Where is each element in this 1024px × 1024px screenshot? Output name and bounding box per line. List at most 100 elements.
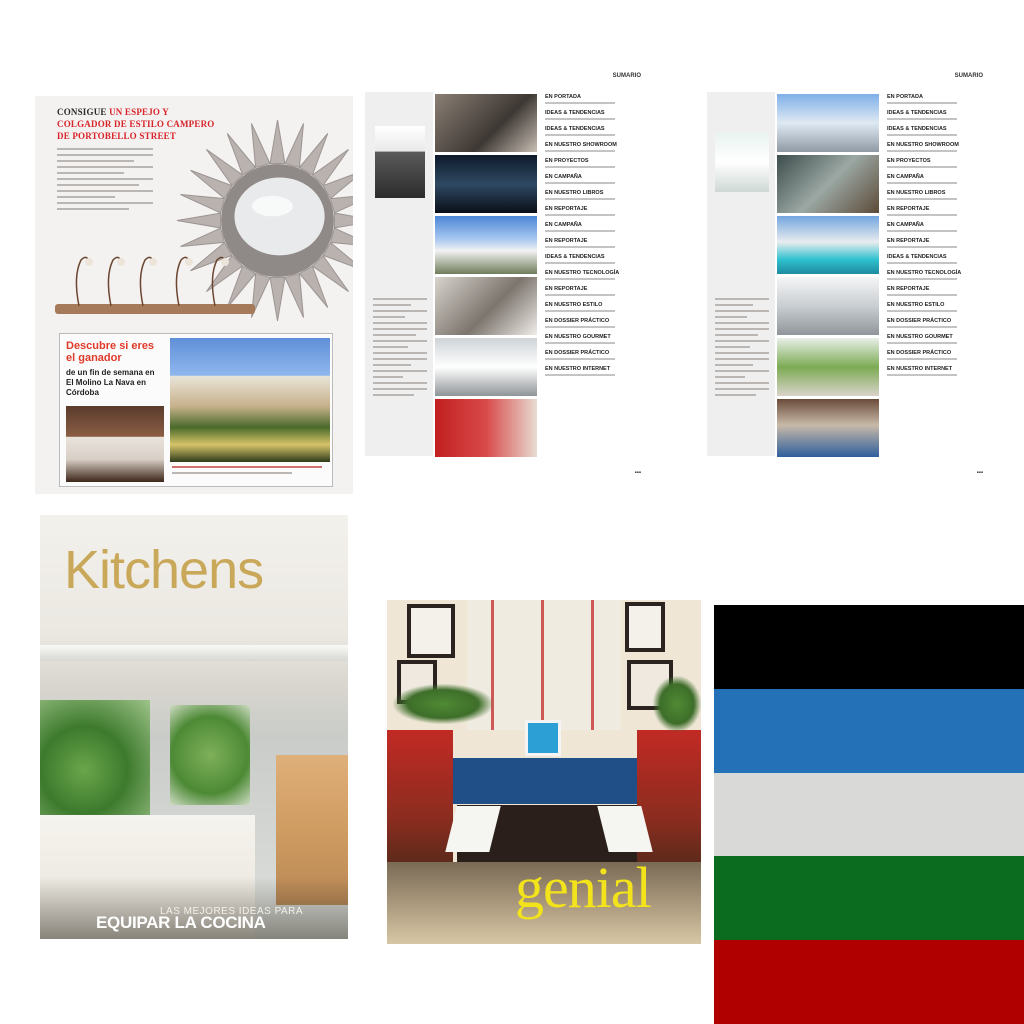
index-entry-description: [545, 134, 615, 136]
index-entry-title: EN PROYECTOS: [545, 158, 589, 164]
index-entry: EN DOSSIER PRÁCTICO: [887, 318, 987, 328]
page-number: ▪▪▪: [634, 470, 641, 476]
index-entry-title: EN PROYECTOS: [887, 158, 931, 164]
hotel-photo: [170, 338, 330, 462]
swatch-light-gray: [714, 772, 1024, 857]
index-entry-title: EN REPORTAJE: [887, 206, 930, 212]
thumbnail-column: [435, 94, 537, 460]
index-entry-description: [545, 326, 615, 328]
winner-footer-text: [172, 466, 322, 478]
index-entry: EN NUESTRO SHOWROOM: [887, 142, 987, 152]
index-entry-description: [545, 198, 615, 200]
swatch-black: [714, 605, 1024, 689]
index-entry: EN NUESTRO TECNOLOGÍA: [545, 270, 645, 280]
index-entry-title: EN CAMPAÑA: [545, 222, 582, 228]
index-entry-description: [887, 134, 957, 136]
index-entry-title: IDEAS & TENDENCIAS: [887, 110, 947, 116]
index-entry: IDEAS & TENDENCIAS: [887, 254, 987, 264]
index-entry-title: EN NUESTRO TECNOLOGÍA: [545, 270, 620, 276]
index-entry-title: IDEAS & TENDENCIAS: [545, 126, 605, 132]
index-entry-title: EN REPORTAJE: [887, 286, 930, 292]
index-entry: EN NUESTRO INTERNET: [545, 366, 645, 376]
thumbnail: [435, 94, 537, 152]
page-label: SUMARIO: [954, 73, 983, 79]
index-entries: EN PORTADA IDEAS & TENDENCIAS IDEAS & TEND…: [545, 94, 645, 382]
index-entry: EN NUESTRO GOURMET: [887, 334, 987, 344]
index-page-1: SUMARIO EN PORTADA IDEAS & TENDENCIAS IDEA…: [365, 70, 655, 480]
index-entry-title: EN DOSSIER PRÁCTICO: [887, 318, 952, 324]
index-entry: EN NUESTRO GOURMET: [545, 334, 645, 344]
index-entry: EN NUESTRO LIBROS: [887, 190, 987, 200]
sidebar-column: [365, 92, 433, 456]
thumbnail-column: [777, 94, 879, 460]
index-entry-description: [887, 310, 957, 312]
kitchens-title: Kitchens: [64, 540, 264, 600]
index-entry: EN REPORTAJE: [545, 286, 645, 296]
mirror-petal: [250, 123, 271, 169]
index-entry-description: [887, 342, 957, 344]
framed-art: [407, 604, 455, 658]
index-entry-title: EN PORTADA: [545, 94, 581, 100]
mirror-petal: [269, 119, 286, 165]
index-entries: EN PORTADA IDEAS & TENDENCIAS IDEAS & TEND…: [887, 94, 987, 382]
framed-art: [625, 602, 665, 652]
index-entry-title: EN NUESTRO INTERNET: [887, 366, 953, 372]
index-entry: EN NUESTRO ESTILO: [545, 302, 645, 312]
index-entry-title: IDEAS & TENDENCIAS: [545, 110, 605, 116]
kitchens-magazine-cover: Kitchens LAS MEJORES IDEAS PARA EQUIPAR …: [40, 515, 348, 939]
index-entry: EN NUESTRO SHOWROOM: [545, 142, 645, 152]
index-entry-description: [887, 118, 957, 120]
index-entry-description: [887, 182, 957, 184]
page-label: SUMARIO: [612, 73, 641, 79]
index-entry-title: EN NUESTRO TECNOLOGÍA: [887, 270, 962, 276]
index-entry-title: EN NUESTRO GOURMET: [887, 334, 953, 340]
thumbnail: [435, 216, 537, 274]
index-entry: EN REPORTAJE: [545, 206, 645, 216]
index-entry-title: EN REPORTAJE: [545, 286, 588, 292]
thumbnail: [435, 338, 537, 396]
index-entry-description: [545, 118, 615, 120]
mirror-petal: [180, 227, 226, 248]
ad-heading-black: CONSIGUE: [57, 107, 107, 117]
index-entry-title: IDEAS & TENDENCIAS: [545, 254, 605, 260]
blue-artwork: [525, 720, 561, 756]
roller-blind: [40, 645, 348, 661]
thumbnail: [777, 155, 879, 213]
index-entry-title: EN CAMPAÑA: [887, 222, 924, 228]
index-entry-title: EN NUESTRO SHOWROOM: [545, 142, 617, 148]
sidebar-text: [373, 298, 427, 400]
blue-fireplace: [453, 758, 639, 804]
red-bookshelf: [387, 730, 453, 880]
index-entry-title: EN NUESTRO GOURMET: [545, 334, 611, 340]
index-entry-description: [545, 374, 615, 376]
index-entry-title: EN DOSSIER PRÁCTICO: [545, 318, 610, 324]
index-entry: EN NUESTRO LIBROS: [545, 190, 645, 200]
index-entry-description: [887, 150, 957, 152]
mirror-petal: [176, 212, 222, 229]
index-entry-title: EN DOSSIER PRÁCTICO: [545, 350, 610, 356]
index-entry-description: [887, 262, 957, 264]
window-greenery-2: [170, 705, 250, 805]
index-entry-description: [887, 374, 957, 376]
index-entry-title: EN REPORTAJE: [545, 206, 588, 212]
index-page-2: SUMARIO EN PORTADA IDEAS & TENDENCIAS IDEA…: [707, 70, 997, 480]
index-entry-title: EN CAMPAÑA: [887, 174, 924, 180]
index-entry: EN NUESTRO TECNOLOGÍA: [887, 270, 987, 280]
index-entry: EN PROYECTOS: [545, 158, 645, 168]
index-entry-title: EN NUESTRO INTERNET: [545, 366, 611, 372]
swatch-green: [714, 856, 1024, 941]
index-entry-description: [545, 278, 615, 280]
index-entry-title: EN NUESTRO ESTILO: [545, 302, 603, 308]
ad-body-text: [57, 148, 153, 214]
index-entry: IDEAS & TENDENCIAS: [887, 126, 987, 136]
index-entry: EN PORTADA: [887, 94, 987, 104]
index-entry-title: EN NUESTRO ESTILO: [887, 302, 945, 308]
winner-title: Descubre si eres el ganador: [66, 340, 155, 364]
thumbnail: [777, 399, 879, 457]
index-entry-title: EN REPORTAJE: [887, 238, 930, 244]
mirror-ad-page: CONSIGUE UN ESPEJO Y COLGADOR DE ESTILO …: [35, 96, 353, 494]
index-entry: EN NUESTRO INTERNET: [887, 366, 987, 376]
sidebar-photo: [375, 126, 425, 198]
index-entry: EN REPORTAJE: [887, 238, 987, 248]
index-entry-description: [887, 278, 957, 280]
